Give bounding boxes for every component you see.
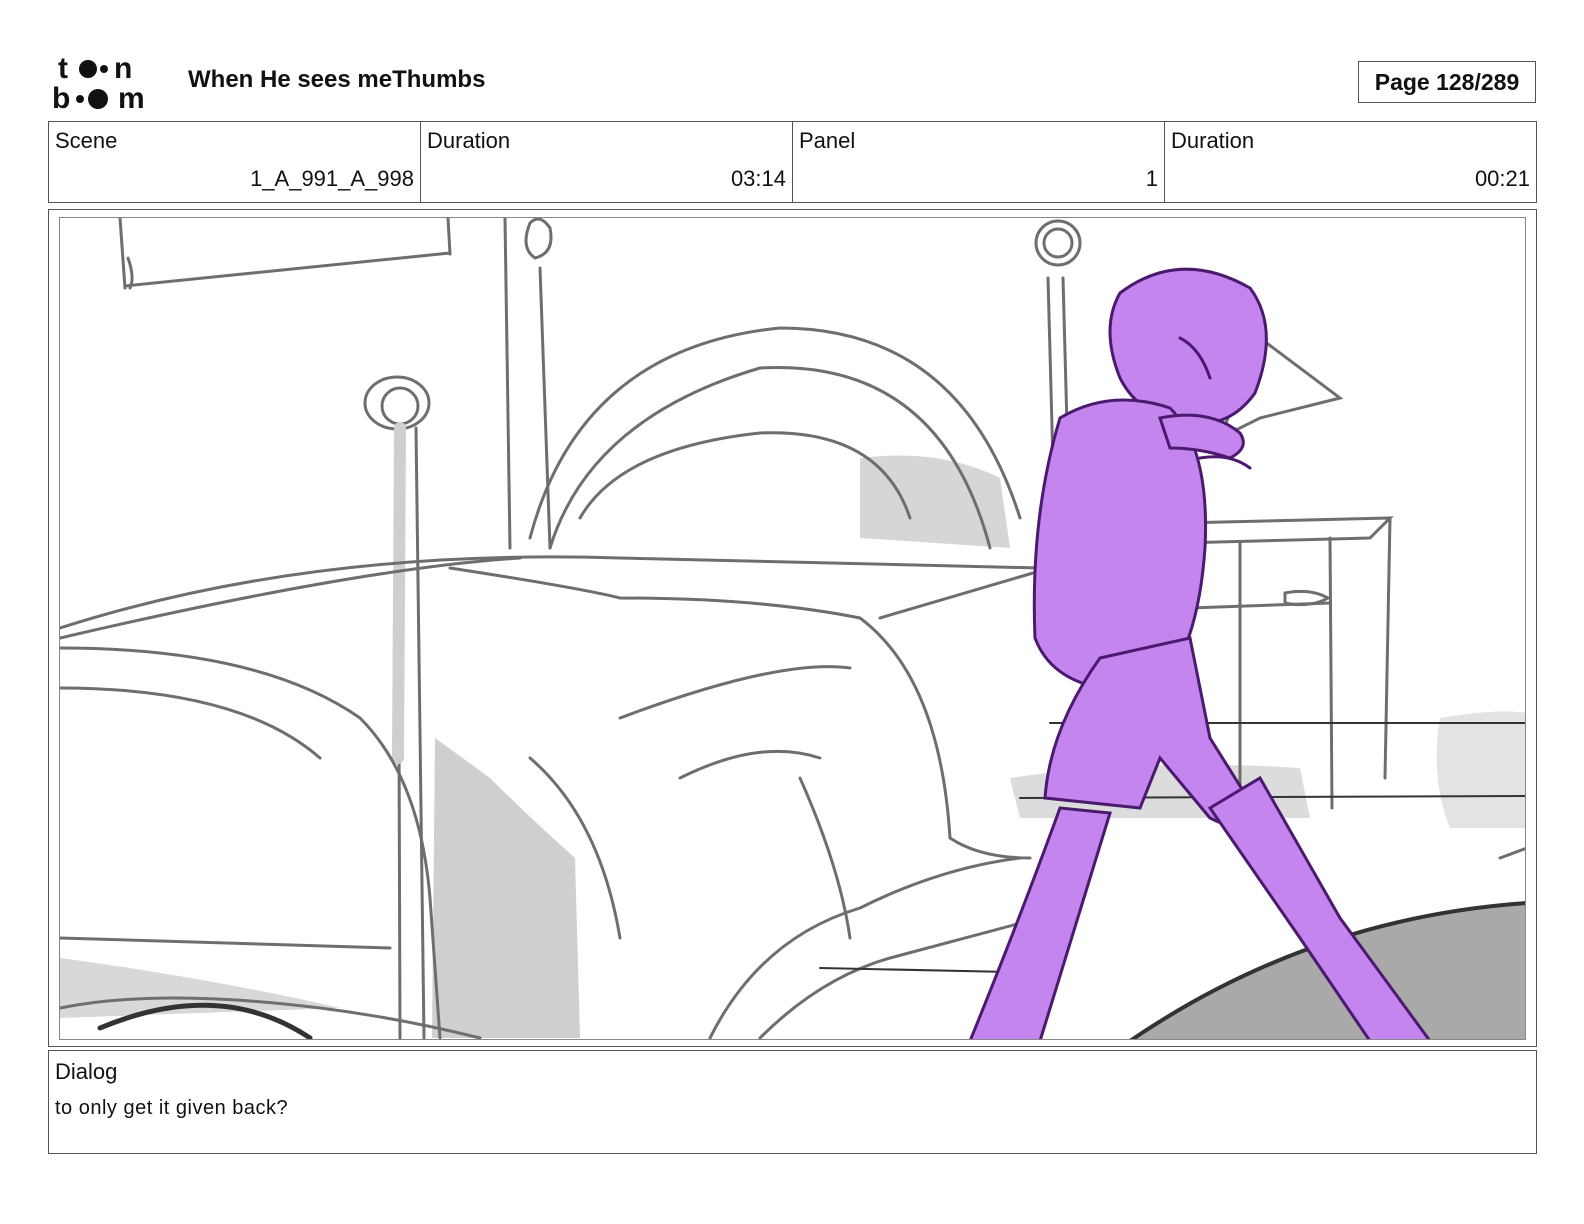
panel-cell: Panel 1 bbox=[793, 122, 1165, 202]
storyboard-panel-image bbox=[59, 217, 1526, 1040]
panel-duration-value: 00:21 bbox=[1474, 166, 1530, 191]
dialog-text: to only get it given back? bbox=[55, 1097, 289, 1119]
svg-text:b: b bbox=[52, 82, 70, 112]
scene-cell: Scene 1_A_991_A_998 bbox=[49, 122, 421, 202]
scene-value: 1_A_991_A_998 bbox=[250, 166, 414, 191]
scene-duration-value: 03:14 bbox=[730, 166, 786, 191]
panel-duration-label: Duration bbox=[1171, 128, 1255, 153]
scene-duration-label: Duration bbox=[427, 128, 511, 153]
svg-text:t: t bbox=[58, 52, 68, 85]
toonboom-logo: t n b m bbox=[52, 52, 164, 115]
svg-text:n: n bbox=[114, 52, 132, 85]
panel-duration-cell: Duration 00:21 bbox=[1165, 122, 1536, 202]
page-indicator: Page 128/289 bbox=[1358, 61, 1536, 103]
panel-info-row: Scene 1_A_991_A_998 Duration 03:14 Panel… bbox=[48, 121, 1537, 203]
document-title: When He sees meThumbs bbox=[188, 66, 486, 93]
svg-text:m: m bbox=[118, 82, 145, 112]
panel-label: Panel bbox=[799, 128, 856, 153]
panel-value: 1 bbox=[1145, 166, 1158, 191]
dialog-label: Dialog bbox=[55, 1059, 118, 1084]
scene-label: Scene bbox=[55, 128, 118, 153]
dialog-box: Dialog to only get it given back? bbox=[48, 1050, 1537, 1154]
scene-duration-cell: Duration 03:14 bbox=[421, 122, 793, 202]
